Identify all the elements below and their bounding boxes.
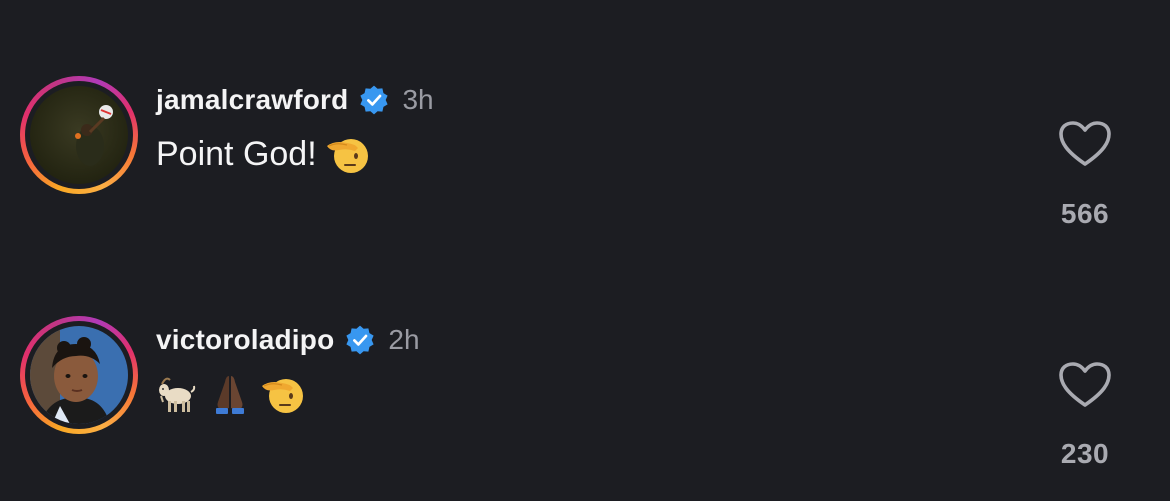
saluting-face-emoji bbox=[262, 379, 303, 413]
avatar bbox=[30, 326, 128, 424]
timestamp: 2h bbox=[388, 324, 420, 355]
comment-body bbox=[156, 372, 304, 416]
goat-emoji bbox=[159, 377, 196, 412]
folded-hands-emoji bbox=[216, 376, 244, 414]
comment-item: victoroladipo 2h 230 bbox=[0, 0, 1170, 469]
username[interactable]: victoroladipo bbox=[156, 324, 334, 356]
like-count: 566 bbox=[1060, 198, 1110, 229]
heart-outline-icon[interactable] bbox=[1058, 361, 1112, 409]
verified-badge-icon bbox=[346, 325, 375, 355]
comments-feed: jamalcrawford 3h Point God! 566 victorol… bbox=[0, 0, 1170, 501]
comment-header: victoroladipo 2h bbox=[156, 322, 420, 358]
like-count: 230 bbox=[1060, 438, 1110, 469]
story-ring-avatar[interactable] bbox=[20, 316, 138, 434]
